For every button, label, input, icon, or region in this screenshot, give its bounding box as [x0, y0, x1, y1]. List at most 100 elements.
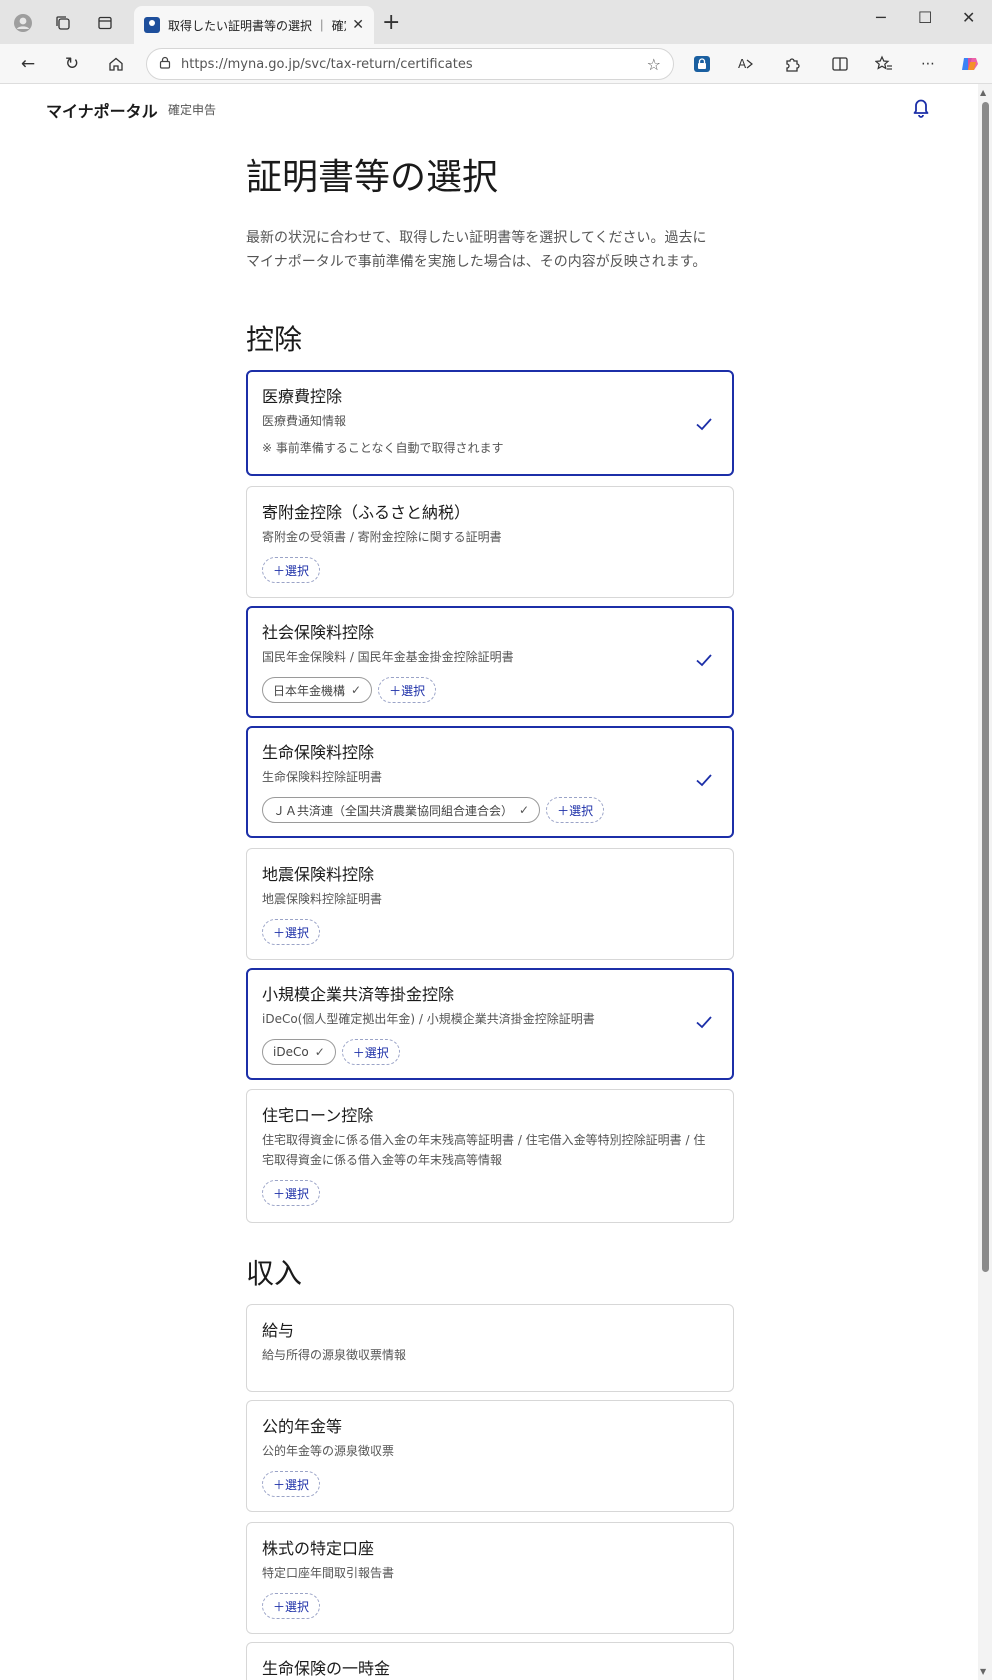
- card-description-line-2: 宅取得資金に係る借入金等の年末残高等情報: [262, 1153, 503, 1167]
- card-title: 給与: [262, 1321, 295, 1340]
- more-options-icon[interactable]: ⋯: [918, 54, 938, 74]
- lock-icon[interactable]: [159, 56, 171, 72]
- page-intro: 証明書等の選択 最新の状況に合わせて、取得したい証明書等を選択してください。過去…: [246, 156, 734, 274]
- card-title: 地震保険料控除: [262, 865, 375, 884]
- active-tab[interactable]: 取得したい証明書等の選択 ｜ 確定申告 ✕: [134, 6, 374, 44]
- svg-text:A: A: [738, 57, 747, 71]
- page-lead-line-2: マイナポータルで事前準備を実施した場合は、その内容が反映されます。: [246, 254, 707, 270]
- card-description: 国民年金保険料 / 国民年金基金掛金控除証明書: [262, 650, 514, 664]
- add-select-button[interactable]: ＋選択: [262, 919, 321, 945]
- new-tab-icon[interactable]: +: [382, 10, 400, 35]
- card-specific-stock-account[interactable]: 株式の特定口座 特定口座年間取引報告書 ＋選択: [246, 1522, 734, 1634]
- card-description: 給与所得の源泉徴収票情報: [262, 1348, 407, 1362]
- card-title: 医療費控除: [262, 387, 343, 406]
- add-select-button[interactable]: ＋選択: [341, 1039, 400, 1065]
- favorites-icon[interactable]: [874, 54, 894, 74]
- selected-check-icon: [696, 774, 712, 787]
- card-housing-loan-deduction[interactable]: 住宅ローン控除 住宅取得資金に係る借入金の年末残高等証明書 / 住宅借入金等特別…: [246, 1089, 734, 1223]
- selected-check-icon: [696, 1016, 712, 1029]
- add-select-button[interactable]: ＋選択: [546, 797, 605, 823]
- chip-check-icon: ✓: [351, 683, 362, 697]
- scrollbar-thumb[interactable]: [982, 102, 989, 1272]
- minimize-icon[interactable]: ─: [876, 8, 886, 27]
- card-title: 小規模企業共済等掛金控除: [262, 985, 455, 1004]
- add-select-button[interactable]: ＋選択: [262, 1471, 321, 1497]
- site-header: マイナポータル 確定申告: [0, 84, 978, 140]
- card-description: 医療費通知情報: [262, 414, 347, 428]
- card-description: 特定口座年間取引報告書: [262, 1566, 395, 1580]
- selected-check-icon: [696, 654, 712, 667]
- section-title-deduction: 控除: [246, 323, 303, 356]
- window-close-icon[interactable]: ✕: [962, 8, 975, 27]
- card-note: ※ 事前準備することなく自動で取得されます: [262, 441, 504, 455]
- card-title: 寄附金控除（ふるさと納税）: [262, 503, 471, 522]
- chip-label: 日本年金機構: [273, 683, 346, 698]
- card-title: 住宅ローン控除: [262, 1106, 374, 1125]
- back-icon[interactable]: ←: [16, 52, 40, 76]
- scroll-down-icon[interactable]: ▼: [980, 1667, 986, 1676]
- extensions-icon[interactable]: [782, 54, 802, 74]
- split-screen-icon[interactable]: [830, 54, 850, 74]
- site-favicon-icon: [144, 17, 160, 33]
- card-title: 株式の特定口座: [262, 1539, 375, 1558]
- chip-label: ＪＡ共済連（全国共済農業協同組合連合会）: [273, 803, 514, 818]
- chip-check-icon: ✓: [519, 803, 530, 817]
- card-public-pension[interactable]: 公的年金等 公的年金等の源泉徴収票 ＋選択: [246, 1400, 734, 1512]
- add-select-button[interactable]: ＋選択: [262, 557, 321, 583]
- card-title: 生命保険の一時金: [262, 1659, 391, 1678]
- url-text: https://myna.go.jp/svc/tax-return/certif…: [181, 56, 473, 72]
- card-title: 公的年金等: [262, 1417, 343, 1436]
- card-small-business-mutual-aid-deduction[interactable]: 小規模企業共済等掛金控除 iDeCo(個人型確定拠出年金) / 小規模企業共済掛…: [246, 968, 734, 1080]
- card-description: 生命保険料控除証明書: [262, 770, 383, 784]
- page-title: 証明書等の選択: [246, 157, 499, 198]
- address-bar[interactable]: https://myna.go.jp/svc/tax-return/certif…: [146, 48, 674, 80]
- card-description: 寄附金の受領書 / 寄附金控除に関する証明書: [262, 530, 502, 544]
- card-description-line-1: 住宅取得資金に係る借入金の年末残高等証明書 / 住宅借入金等特別控除証明書 / …: [262, 1133, 706, 1147]
- scroll-up-icon[interactable]: ▲: [980, 88, 986, 97]
- card-earthquake-insurance-deduction[interactable]: 地震保険料控除 地震保険料控除証明書 ＋選択: [246, 848, 734, 960]
- add-select-button[interactable]: ＋選択: [262, 1593, 321, 1619]
- browser-toolbar: ← ↻ https://myna.go.jp/svc/tax-return/ce…: [0, 44, 992, 84]
- profile-icon[interactable]: [12, 12, 34, 34]
- password-extension-icon[interactable]: [692, 54, 712, 74]
- favorite-star-icon[interactable]: ☆: [647, 55, 661, 74]
- card-title: 社会保険料控除: [262, 623, 375, 642]
- chip-check-icon: ✓: [314, 1045, 325, 1059]
- page-lead: 最新の状況に合わせて、取得したい証明書等を選択してください。過去に マイナポータ…: [246, 226, 734, 274]
- copilot-icon[interactable]: [960, 54, 980, 74]
- page-lead-line-1: 最新の状況に合わせて、取得したい証明書等を選択してください。過去に: [246, 230, 707, 246]
- page-scrollbar[interactable]: ▲ ▼: [978, 84, 992, 1680]
- brand-logo[interactable]: マイナポータル: [46, 98, 158, 122]
- selected-source-chip[interactable]: iDeCo ✓: [262, 1039, 336, 1065]
- maximize-icon[interactable]: ☐: [918, 8, 932, 27]
- card-title: 生命保険料控除: [262, 743, 375, 762]
- card-salary[interactable]: 給与 給与所得の源泉徴収票情報: [246, 1304, 734, 1392]
- card-donation-deduction[interactable]: 寄附金控除（ふるさと納税） 寄附金の受領書 / 寄附金控除に関する証明書 ＋選択: [246, 486, 734, 598]
- selected-source-chip[interactable]: 日本年金機構 ✓: [262, 677, 373, 703]
- selected-source-chip[interactable]: ＪＡ共済連（全国共済農業協同組合連合会） ✓: [262, 797, 541, 823]
- tab-title: 取得したい証明書等の選択 ｜ 確定申告: [168, 18, 346, 33]
- card-life-insurance-deduction[interactable]: 生命保険料控除 生命保険料控除証明書 ＪＡ共済連（全国共済農業協同組合連合会） ✓…: [246, 726, 734, 838]
- page-viewport: マイナポータル 確定申告 証明書等の選択 最新の状況に合わせて、取得したい証明書…: [0, 84, 992, 1680]
- close-tab-icon[interactable]: ✕: [352, 17, 364, 33]
- brand-subtitle: 確定申告: [168, 103, 217, 117]
- add-select-button[interactable]: ＋選択: [378, 677, 437, 703]
- selected-check-icon: [696, 418, 712, 431]
- card-description: 地震保険料控除証明書: [262, 892, 383, 906]
- browser-tab-bar: 取得したい証明書等の選択 ｜ 確定申告 ✕ + ─ ☐ ✕: [0, 0, 992, 44]
- chip-label: iDeCo: [273, 1045, 309, 1059]
- section-title-income: 収入: [246, 1257, 303, 1290]
- card-medical-deduction[interactable]: 医療費控除 医療費通知情報 ※ 事前準備することなく自動で取得されます: [246, 370, 734, 476]
- tab-actions-icon[interactable]: [94, 12, 116, 34]
- add-select-button[interactable]: ＋選択: [262, 1180, 321, 1206]
- read-aloud-icon[interactable]: A: [736, 54, 756, 74]
- card-description: 公的年金等の源泉徴収票: [262, 1444, 395, 1458]
- card-social-insurance-deduction[interactable]: 社会保険料控除 国民年金保険料 / 国民年金基金掛金控除証明書 日本年金機構 ✓ …: [246, 606, 734, 718]
- home-icon[interactable]: [104, 52, 128, 76]
- collections-icon[interactable]: [52, 12, 74, 34]
- refresh-icon[interactable]: ↻: [60, 52, 84, 76]
- notification-bell-icon[interactable]: [910, 96, 932, 118]
- card-description: iDeCo(個人型確定拠出年金) / 小規模企業共済掛金控除証明書: [262, 1012, 595, 1026]
- card-description: 住宅取得資金に係る借入金の年末残高等証明書 / 住宅借入金等特別控除証明書 / …: [262, 1130, 718, 1170]
- card-life-insurance-lump-sum[interactable]: 生命保険の一時金: [246, 1642, 734, 1680]
